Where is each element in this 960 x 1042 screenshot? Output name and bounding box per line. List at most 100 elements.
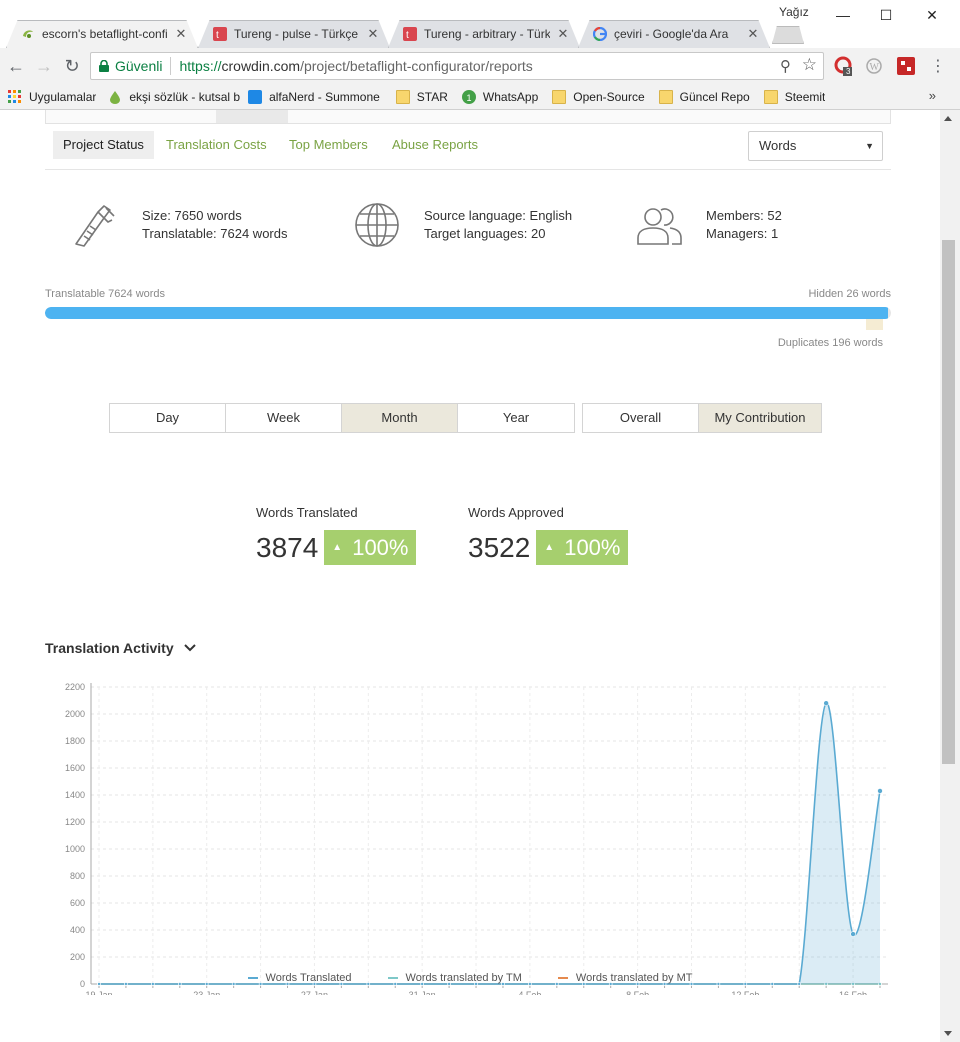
data-point: [850, 931, 856, 937]
bookmark-guncel-repo[interactable]: Güncel Repo: [658, 89, 750, 104]
bookmark-steemit[interactable]: Steemit: [763, 89, 826, 104]
member-stats: Members: 52 Managers: 1: [634, 200, 782, 250]
address-bar[interactable]: Güvenli https://crowdin.com/project/beta…: [90, 52, 824, 80]
window-close-icon[interactable]: ✕: [912, 4, 952, 26]
menu-kebab-icon[interactable]: ⋮: [928, 56, 948, 76]
y-tick-label: 400: [70, 925, 85, 935]
period-day-button[interactable]: Day: [110, 404, 226, 432]
legend-label: Words translated by TM: [405, 972, 522, 984]
translation-activity-chart: 0200400600800100012001400160018002000220…: [65, 682, 888, 995]
kpi-words-translated: Words Translated 3874 ▲ 100%: [256, 505, 417, 565]
crowdin-icon: [20, 26, 36, 42]
svg-text:W: W: [870, 62, 880, 73]
x-tick-label: 27 Jan: [301, 990, 328, 995]
star-icon[interactable]: ☆: [802, 55, 817, 75]
browser-tab-google[interactable]: çeviri - Google'da Ara ✕: [578, 20, 770, 48]
up-triangle-icon: ▲: [332, 542, 343, 553]
legend-item[interactable]: Words translated by MT: [557, 972, 692, 984]
tab-title: Tureng - arbitrary - Türk: [424, 27, 550, 41]
bookmark-eksi[interactable]: ekşi sözlük - kutsal b: [108, 90, 240, 104]
scroll-down-icon[interactable]: [944, 1031, 952, 1036]
legend-item[interactable]: Words Translated: [247, 972, 352, 984]
close-icon[interactable]: ✕: [746, 26, 760, 42]
bookmark-label: Steemit: [784, 89, 826, 104]
vertical-scrollbar[interactable]: [940, 110, 960, 1042]
folder-icon: [395, 89, 410, 104]
folder-icon: [658, 89, 673, 104]
opera-extension-icon[interactable]: 3: [834, 56, 854, 76]
period-month-button[interactable]: Month: [342, 404, 458, 432]
scrollbar-thumb[interactable]: [942, 240, 955, 764]
subnav-top-members[interactable]: Top Members: [279, 131, 378, 159]
browser-tab-tureng-arbitrary[interactable]: t Tureng - arbitrary - Türk ✕: [388, 20, 580, 48]
bookmarks-overflow-icon[interactable]: »: [929, 88, 936, 103]
legend-label: Words Translated: [265, 972, 352, 984]
reload-icon[interactable]: ↻: [62, 56, 82, 76]
stat-source-language: Source language: English: [424, 208, 573, 223]
subnav-translation-costs[interactable]: Translation Costs: [156, 131, 277, 159]
url-text[interactable]: https://crowdin.com/project/betaflight-c…: [179, 58, 532, 74]
whatsapp-icon: 1: [461, 89, 476, 104]
bookmark-apps[interactable]: Uygulamalar: [8, 89, 96, 104]
period-year-button[interactable]: Year: [458, 404, 574, 432]
reports-subnav: Project Status Translation Costs Top Mem…: [45, 124, 891, 170]
close-icon[interactable]: ✕: [366, 26, 380, 42]
close-icon[interactable]: ✕: [174, 26, 188, 42]
minimize-icon[interactable]: —: [823, 4, 863, 26]
subnav-abuse-reports[interactable]: Abuse Reports: [382, 131, 488, 159]
secure-indicator[interactable]: Güvenli: [91, 58, 162, 74]
kpi-words-approved: Words Approved 3522 ▲ 100%: [468, 505, 629, 565]
bookmark-open-source[interactable]: Open-Source: [552, 89, 645, 104]
forward-arrow-icon[interactable]: →: [34, 56, 54, 76]
subnav-project-status[interactable]: Project Status: [53, 131, 154, 159]
folder-icon: [763, 89, 778, 104]
bookmarks-bar: Uygulamalar ekşi sözlük - kutsal b alfaN…: [0, 84, 960, 110]
back-arrow-icon[interactable]: ←: [6, 56, 26, 76]
legend-swatch: [557, 977, 568, 979]
duplicates-marker: [866, 319, 883, 330]
close-icon[interactable]: ✕: [556, 26, 570, 42]
duplicates-label: Duplicates 196 words: [777, 337, 883, 349]
folder-icon: [552, 89, 567, 104]
alfanerd-icon: [248, 89, 263, 104]
profile-name[interactable]: Yağız: [779, 5, 809, 19]
translatable-label: Translatable 7624 words: [45, 288, 166, 300]
zoom-icon[interactable]: ⚲: [780, 57, 791, 75]
wordpress-icon[interactable]: W: [864, 56, 884, 76]
translation-activity-toggle[interactable]: Translation Activity: [45, 640, 196, 656]
lastpass-icon[interactable]: [896, 56, 916, 76]
kpi-value: 3874: [256, 531, 319, 563]
tab-title: escorn's betaflight-confi: [42, 27, 168, 41]
y-tick-label: 800: [70, 871, 85, 881]
scroll-up-icon[interactable]: [944, 116, 952, 121]
scope-overall-button[interactable]: Overall: [583, 404, 699, 432]
bookmark-whatsapp[interactable]: 1 WhatsApp: [461, 89, 539, 104]
bookmark-label: WhatsApp: [482, 89, 539, 104]
maximize-icon[interactable]: ☐: [866, 4, 906, 26]
chevron-down-icon: [183, 641, 196, 655]
new-tab-button[interactable]: [772, 26, 804, 44]
legend-item[interactable]: Words translated by TM: [387, 972, 522, 984]
period-week-button[interactable]: Week: [226, 404, 342, 432]
scope-my-contribution-button[interactable]: My Contribution: [699, 404, 821, 432]
bookmark-alfanerd[interactable]: alfaNerd - Summone: [248, 89, 380, 104]
drop-icon: [110, 90, 121, 104]
y-tick-label: 200: [70, 952, 85, 962]
bookmark-label: STAR: [416, 89, 448, 104]
apps-grid-icon: [8, 89, 21, 103]
browser-tab-tureng-pulse[interactable]: t Tureng - pulse - Türkçe ✕: [198, 20, 390, 48]
google-icon: [592, 26, 608, 42]
x-tick-label: 4 Feb: [518, 990, 541, 995]
bookmark-star[interactable]: STAR: [395, 89, 448, 104]
scope-selector: Overall My Contribution: [582, 403, 822, 433]
svg-text:t: t: [216, 30, 219, 41]
bookmark-label: ekşi sözlük - kutsal b: [129, 89, 241, 104]
bookmark-label: Güncel Repo: [679, 89, 750, 104]
browser-toolbar: ← → ↻ Güvenli https://crowdin.com/projec…: [0, 48, 960, 84]
caliper-icon: [75, 205, 115, 247]
unit-select[interactable]: Words ▼: [748, 131, 883, 161]
report-tab-active[interactable]: [216, 110, 288, 123]
browser-tab-crowdin[interactable]: escorn's betaflight-confi ✕: [6, 20, 198, 48]
language-stats: Source language: English Target language…: [352, 200, 572, 250]
tab-title: Tureng - pulse - Türkçe: [234, 27, 359, 41]
